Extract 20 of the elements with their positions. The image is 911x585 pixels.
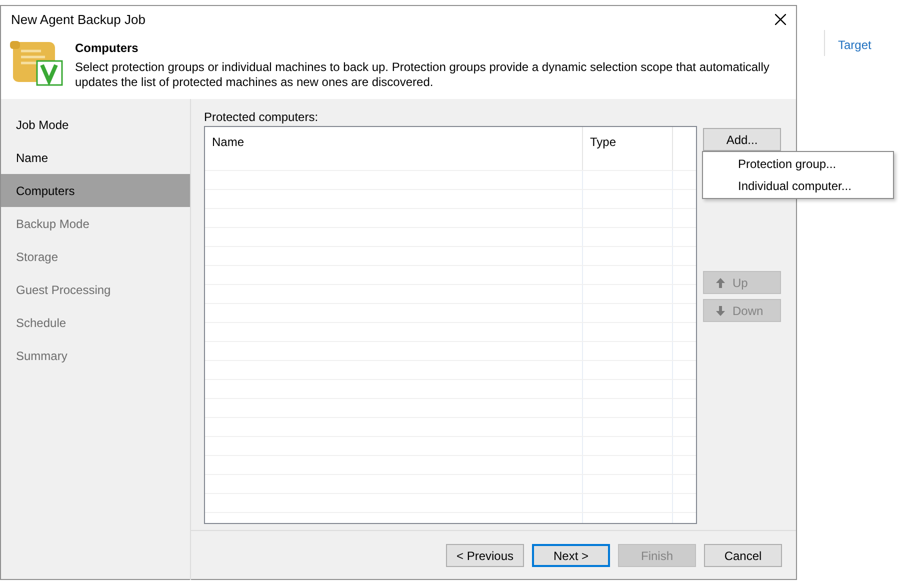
- wizard-button[interactable]: Next >: [532, 544, 610, 567]
- menu-item[interactable]: Individual computer...: [703, 176, 893, 196]
- arrow-up-icon: [716, 278, 724, 288]
- add-button[interactable]: Add...: [703, 128, 781, 151]
- arrow-down-icon: [716, 306, 724, 316]
- column-header[interactable]: Name: [205, 127, 583, 170]
- scroll-check-icon: [10, 39, 63, 86]
- step-description: Select protection groups or individual machines to back up. Protection groups provide a dynamic selection scope that automatically updates the list of protected machines as new ones are discovered.: [75, 60, 770, 90]
- table-label: Protected computers:: [204, 109, 320, 126]
- step-title: Computers: [75, 40, 140, 57]
- target-link[interactable]: Target: [838, 36, 872, 54]
- close-icon[interactable]: [775, 14, 786, 25]
- wizard-step[interactable]: Job Mode: [1, 108, 190, 141]
- menu-item[interactable]: Protection group...: [703, 154, 893, 174]
- window-title: New Agent Backup Job: [11, 10, 146, 29]
- wizard-step[interactable]: Name: [1, 141, 190, 174]
- wizard-button[interactable]: Cancel: [704, 544, 782, 567]
- wizard-step[interactable]: Computers: [1, 174, 190, 207]
- wizard-button[interactable]: < Previous: [446, 544, 524, 567]
- column-header[interactable]: Type: [583, 127, 673, 170]
